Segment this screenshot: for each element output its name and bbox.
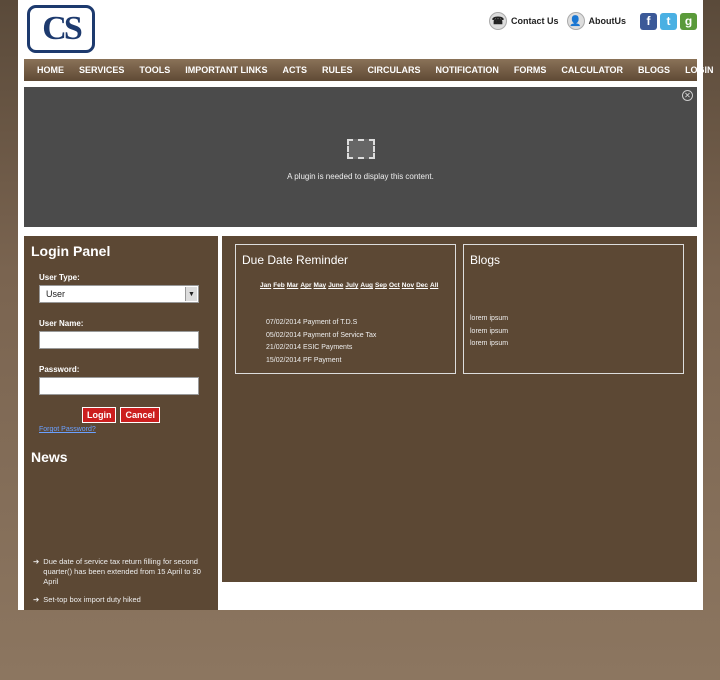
month-mar[interactable]: Mar — [287, 282, 299, 289]
blogs-spacer — [468, 267, 679, 313]
main-nav: HOME SERVICES TOOLS IMPORTANT LINKS ACTS… — [24, 59, 714, 81]
month-june[interactable]: June — [328, 282, 343, 289]
nav-circulars[interactable]: CIRCULARS — [368, 65, 421, 75]
top-links: ☎ Contact Us 👤 AboutUs f t g — [488, 12, 697, 30]
month-oct[interactable]: Oct — [389, 282, 400, 289]
news-item[interactable]: ➔ Set-top box import duty hiked — [33, 595, 211, 605]
about-us-link[interactable]: 👤 AboutUs — [566, 12, 627, 30]
login-panel-title: Login Panel — [31, 243, 111, 259]
password-input[interactable] — [39, 377, 199, 395]
due-date-title: Due Date Reminder — [242, 253, 349, 267]
blogs-box: Blogs lorem ipsum lorem ipsum lorem ipsu… — [463, 244, 684, 374]
about-us-label: AboutUs — [588, 16, 627, 26]
username-input[interactable] — [39, 331, 199, 349]
twitter-icon[interactable]: t — [660, 12, 677, 30]
nav-services[interactable]: SERVICES — [79, 65, 124, 75]
due-spacer — [240, 289, 451, 317]
google-icon[interactable]: g — [680, 12, 697, 30]
nav-tools[interactable]: TOOLS — [139, 65, 170, 75]
user-type-select[interactable]: User ▼ — [39, 285, 199, 303]
plugin-icon — [347, 139, 375, 159]
facebook-icon[interactable]: f — [640, 12, 657, 30]
due-date-reminder-box: Due Date Reminder Jan Feb Mar Apr May Ju… — [235, 244, 456, 374]
close-icon[interactable]: ✕ — [682, 90, 693, 101]
month-sep[interactable]: Sep — [375, 282, 387, 289]
nav-important-links[interactable]: IMPORTANT LINKS — [185, 65, 267, 75]
content-footer-strip — [222, 582, 697, 610]
month-feb[interactable]: Feb — [273, 282, 285, 289]
nav-forms[interactable]: FORMS — [514, 65, 547, 75]
header: CS ☎ Contact Us 👤 AboutUs f t g — [18, 0, 703, 58]
plugin-message: A plugin is needed to display this conte… — [287, 172, 434, 181]
news-title: News — [31, 449, 68, 465]
contact-us-label: Contact Us — [510, 16, 559, 26]
content-area: Due Date Reminder Jan Feb Mar Apr May Ju… — [222, 236, 697, 582]
month-may[interactable]: May — [314, 282, 327, 289]
reminder-item: 05/02/2014 Payment of Service Tax — [266, 331, 377, 339]
user-type-label: User Type: — [39, 273, 80, 282]
nav-rules[interactable]: RULES — [322, 65, 353, 75]
arrow-right-icon: ➔ — [33, 595, 40, 604]
blog-item[interactable]: lorem ipsum — [470, 313, 679, 326]
login-buttons: Login Cancel — [31, 407, 211, 423]
blogs-title: Blogs — [470, 253, 501, 267]
blog-item[interactable]: lorem ipsum — [470, 338, 679, 351]
blog-item[interactable]: lorem ipsum — [470, 326, 679, 339]
forgot-password-link[interactable]: Forgot Password? — [39, 426, 211, 433]
news-item-text: Set-top box import duty hiked — [43, 595, 141, 604]
social-links: f t g — [640, 12, 697, 30]
site-logo[interactable]: CS — [27, 5, 95, 53]
plugin-placeholder[interactable]: ✕ A plugin is needed to display this con… — [24, 87, 697, 227]
nav-home[interactable]: HOME — [37, 65, 64, 75]
nav-login[interactable]: LOGIN — [685, 65, 714, 75]
month-filter: Jan Feb Mar Apr May June July Aug Sep Oc… — [260, 282, 451, 289]
nav-calculator[interactable]: CALCULATOR — [561, 65, 623, 75]
news-spacer — [31, 479, 211, 557]
news-item-text: Due date of service tax return filling f… — [43, 557, 211, 587]
arrow-right-icon: ➔ — [33, 557, 40, 566]
reminder-item: 15/02/2014 PF Payment — [266, 356, 342, 364]
reminder-item: 21/02/2014 ESIC Payments — [266, 344, 353, 351]
username-label: User Name: — [39, 319, 84, 328]
login-panel: Login Panel User Type: User ▼ User Name:… — [24, 236, 218, 610]
phone-icon: ☎ — [488, 12, 507, 30]
fade-overlay — [222, 378, 697, 582]
nav-notification[interactable]: NOTIFICATION — [436, 65, 499, 75]
chevron-down-icon[interactable]: ▼ — [185, 287, 197, 301]
month-july[interactable]: July — [345, 282, 358, 289]
user-type-value: User — [46, 289, 66, 299]
month-nov[interactable]: Nov — [402, 282, 414, 289]
nav-acts[interactable]: ACTS — [283, 65, 308, 75]
user-icon: 👤 — [566, 12, 585, 30]
nav-blogs[interactable]: BLOGS — [638, 65, 670, 75]
password-label: Password: — [39, 365, 80, 374]
login-button[interactable]: Login — [81, 407, 117, 423]
month-dec[interactable]: Dec — [416, 282, 428, 289]
reminder-item: 07/02/2014 Payment of T.D.S — [266, 319, 358, 326]
logo-text: CS — [42, 10, 83, 47]
month-jan[interactable]: Jan — [260, 282, 271, 289]
page: CS ☎ Contact Us 👤 AboutUs f t g HOME SER… — [18, 0, 714, 610]
month-all[interactable]: All — [430, 282, 438, 289]
month-aug[interactable]: Aug — [360, 282, 373, 289]
month-apr[interactable]: Apr — [300, 282, 311, 289]
contact-us-link[interactable]: ☎ Contact Us — [488, 12, 559, 30]
cancel-button[interactable]: Cancel — [120, 407, 160, 423]
news-item[interactable]: ➔ Due date of service tax return filling… — [33, 557, 211, 587]
